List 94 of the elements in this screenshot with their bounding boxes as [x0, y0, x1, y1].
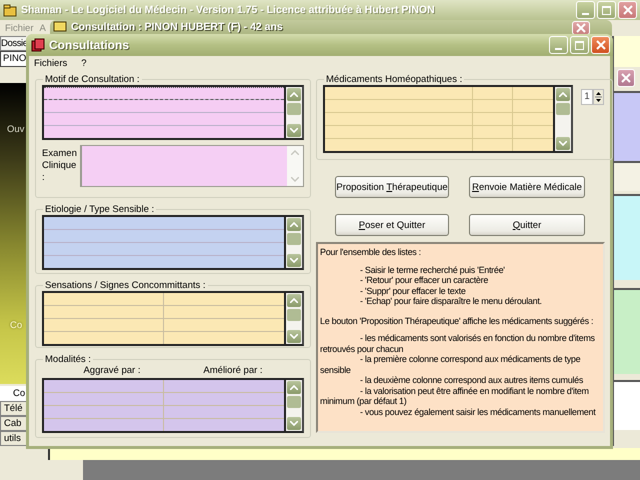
side-tab[interactable]: Co	[0, 386, 26, 401]
caret-up-icon	[290, 222, 298, 227]
close-button[interactable]	[572, 21, 590, 35]
menu-item[interactable]: Fichiers	[34, 58, 68, 68]
maximize-button[interactable]	[570, 36, 589, 54]
list-box[interactable]	[42, 85, 304, 140]
scroll-up-button[interactable]	[287, 88, 301, 101]
maximize-icon	[575, 40, 584, 50]
scrollbar[interactable]	[553, 87, 571, 151]
caret-down-icon	[290, 258, 298, 263]
side-tab[interactable]: utils	[0, 431, 26, 446]
help-text: Pour l'ensemble des listes :	[320, 247, 422, 258]
caret-down-icon	[559, 141, 567, 146]
minimize-button[interactable]	[576, 1, 595, 19]
action-button[interactable]: Poser et Quitter	[335, 214, 449, 236]
book-icon	[31, 38, 45, 52]
help-text: - 'Echap' pour faire disparaître le menu déroulant.	[359, 296, 543, 306]
close-button[interactable]	[617, 69, 635, 87]
action-button[interactable]: Quitter	[469, 214, 585, 236]
field-label: Examen Clinique :	[42, 148, 78, 184]
text-area[interactable]	[80, 145, 304, 187]
app-icon	[3, 4, 17, 16]
close-icon	[596, 40, 606, 50]
window-title: Consultation : PINON HUBERT (F) - 42 ans	[71, 21, 283, 33]
caret-down-icon	[290, 421, 298, 426]
help-text: - la deuxième colonne correspond aux autres items cumulés	[359, 375, 584, 386]
caret-down-icon	[290, 334, 298, 339]
scrollbar[interactable]	[284, 293, 302, 344]
list-box[interactable]	[42, 378, 304, 433]
scrollbar[interactable]	[284, 87, 302, 138]
caret-down-icon	[291, 177, 299, 182]
window-title: Shaman - Le Logiciel du Médecin - Version 1.75 - Licence attribuée à Hubert PINON	[21, 4, 435, 16]
list-box[interactable]	[42, 291, 304, 346]
menu-item[interactable]: ?	[81, 58, 87, 68]
column-header: Amélioré par :	[203, 365, 263, 376]
action-button[interactable]: Renvoie Matière Médicale	[469, 176, 585, 198]
group-label: Médicaments Homéopathiques :	[325, 74, 464, 85]
close-icon	[576, 23, 586, 33]
scroll-up-button[interactable]	[556, 88, 570, 101]
scroll-up-button[interactable]	[287, 218, 301, 231]
scroll-thumb[interactable]	[287, 309, 301, 321]
window-title: Consultations	[49, 38, 129, 52]
list-box[interactable]	[323, 85, 573, 153]
scroll-thumb[interactable]	[287, 233, 301, 245]
column-header: Aggravé par :	[83, 365, 140, 376]
help-text: - vous pouvez également saisir les médicaments manuellement	[359, 406, 597, 417]
patient-field[interactable]: PINO	[0, 51, 26, 67]
scroll-down-button[interactable]	[287, 330, 301, 343]
scroll-down-button[interactable]	[287, 417, 301, 430]
caret-up-icon	[290, 92, 298, 97]
scroll-down-button[interactable]	[556, 137, 570, 150]
caret-up-icon	[291, 150, 299, 155]
minimize-icon	[582, 13, 589, 15]
caret-up-icon	[290, 298, 298, 303]
help-text: - la première colonne correspond aux médicaments de type sensible	[320, 354, 582, 375]
scroll-thumb[interactable]	[556, 103, 570, 115]
help-text: - Saisir le terme recherché puis 'Entrée'	[359, 264, 506, 275]
help-text: Le bouton 'Proposition Thérapeutique' affiche les médicaments suggérés :	[320, 316, 594, 326]
scroll-up-button[interactable]	[287, 381, 301, 394]
close-icon	[621, 73, 631, 83]
close-button[interactable]	[618, 1, 637, 19]
caret-down-icon	[290, 128, 298, 133]
action-button[interactable]: Proposition Thérapeutique	[335, 176, 449, 198]
restore-button[interactable]	[597, 1, 616, 19]
side-tab[interactable]: Télé	[0, 401, 26, 416]
help-text: - 'Suppr' pour effacer le texte	[359, 286, 467, 296]
scroll-down-button[interactable]	[287, 254, 301, 267]
caret-up-icon	[559, 92, 567, 97]
group-label: Modalités :	[44, 354, 92, 365]
close-button[interactable]	[591, 36, 610, 54]
scroll-down-button[interactable]	[287, 124, 301, 137]
group-label: Etiologie / Type Sensible :	[44, 204, 156, 215]
caret-up-icon	[290, 385, 298, 390]
scroll-up-button[interactable]	[287, 294, 301, 307]
scroll-thumb[interactable]	[287, 103, 301, 115]
scrollbar[interactable]	[284, 380, 302, 431]
scroll-thumb[interactable]	[287, 396, 301, 408]
spinner-field[interactable]: 1	[581, 89, 593, 105]
minimize-button[interactable]	[549, 36, 568, 54]
spinner-arrows-icon[interactable]	[593, 89, 604, 105]
minimize-icon	[555, 48, 562, 50]
list-box[interactable]	[42, 215, 304, 270]
side-tab[interactable]: Cab	[0, 416, 26, 431]
close-icon	[622, 5, 632, 15]
help-text: - 'Retour' pour effacer un caractère	[359, 275, 490, 286]
group-label: Sensations / Signes Concommittants :	[44, 280, 207, 291]
panel-label[interactable]: Ouv	[7, 124, 24, 135]
restore-icon	[602, 6, 611, 14]
folder-icon	[53, 21, 67, 32]
help-text: - la valorisation peut être affinée en modifiant le nombre d'item minimum (par défaut 1)	[320, 386, 590, 406]
help-text: - les médicaments sont valorisés en fonction du nombre d'items retrouvés pour chacun	[320, 333, 596, 354]
scrollbar[interactable]	[284, 217, 302, 268]
side-panel	[614, 36, 640, 67]
group-label: Motif de Consultation :	[44, 74, 141, 85]
